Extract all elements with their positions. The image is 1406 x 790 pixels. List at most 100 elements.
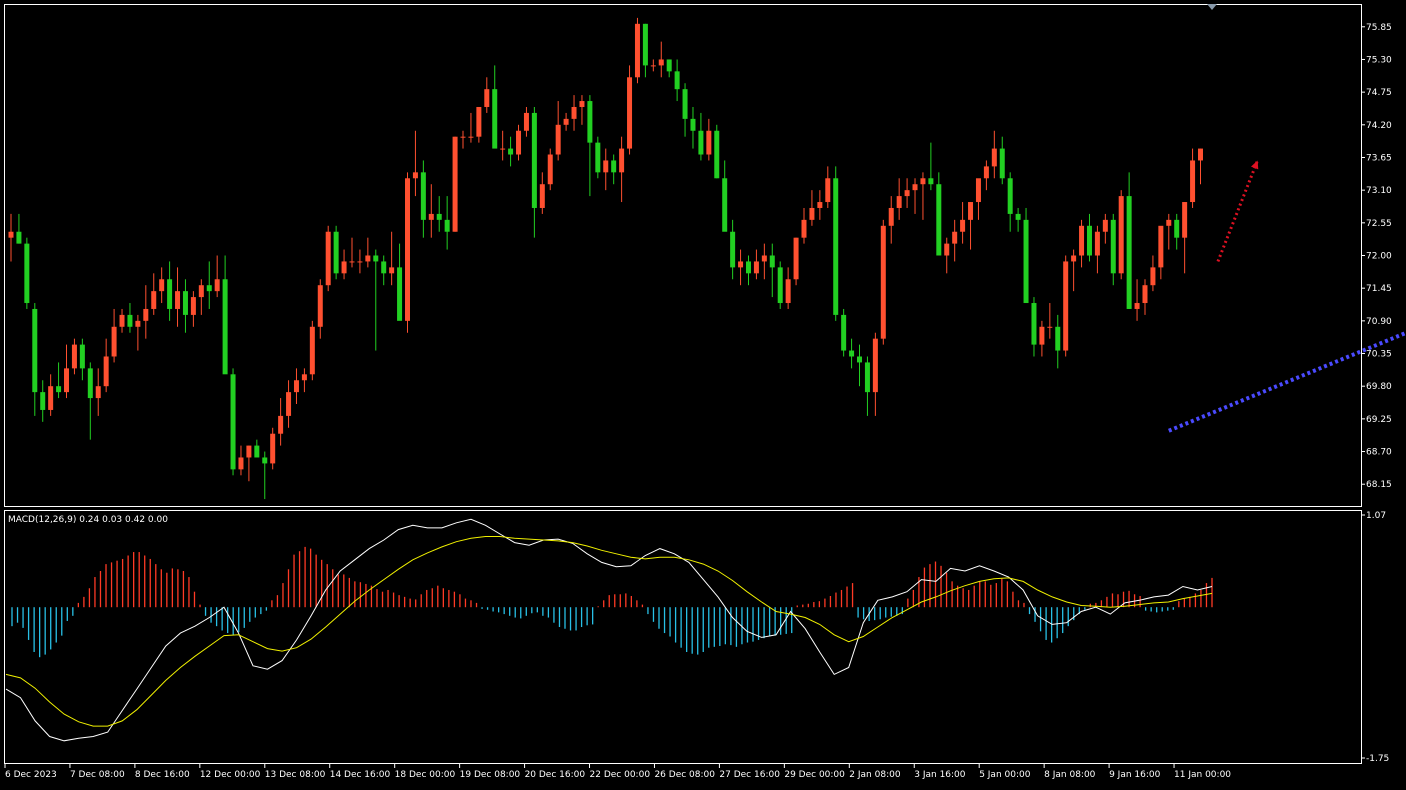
candle	[325, 225, 331, 292]
candle-body	[753, 261, 759, 274]
candle	[1063, 255, 1069, 357]
candle-body	[849, 350, 855, 357]
candle-body	[920, 178, 926, 185]
candle	[333, 225, 339, 280]
time-tick-label: 14 Dec 16:00	[330, 770, 391, 780]
candle-body	[349, 261, 355, 263]
candle-body	[634, 23, 640, 78]
candle-body	[1047, 326, 1053, 328]
candle-body	[872, 338, 878, 393]
candle-body	[1071, 255, 1077, 262]
macd-indicator-label: MACD(12,26,9) 0.24 0.03 0.42 0.00	[8, 515, 168, 525]
price-tick-label: 75.85	[1366, 23, 1392, 33]
candle	[714, 124, 720, 179]
candle-body	[143, 308, 149, 321]
price-tick-label: 69.25	[1366, 415, 1392, 425]
candle-body	[817, 202, 823, 208]
price-tick-label: 74.20	[1366, 121, 1392, 131]
candle-body	[888, 207, 894, 226]
candle-body	[1094, 231, 1100, 256]
price-tick-label: 68.70	[1366, 448, 1392, 458]
time-tick-label: 12 Dec 00:00	[200, 770, 261, 780]
candle-body	[293, 380, 299, 393]
time-tick-label: 2 Jan 08:00	[849, 770, 901, 780]
candle-body	[420, 172, 426, 220]
candle-body	[1039, 326, 1045, 345]
candle-body	[627, 77, 633, 149]
candle	[833, 166, 839, 321]
candle-body	[135, 320, 141, 327]
candle-body	[412, 172, 418, 179]
candle-body	[262, 457, 268, 464]
candle-body	[619, 148, 625, 173]
candle-body	[1150, 267, 1156, 286]
candle-body	[1174, 219, 1180, 238]
price-tick-label: 72.55	[1366, 219, 1392, 229]
candle-body	[64, 368, 70, 393]
chart-svg: 75.85 75.30 74.75 74.20 73.65 73.10 72.55 72.00…	[0, 0, 1406, 786]
candle-body	[341, 261, 347, 274]
candle-body	[1142, 285, 1148, 304]
candle-body	[365, 255, 371, 262]
time-tick-label: 19 Dec 08:00	[460, 770, 521, 780]
candle-body	[603, 160, 609, 173]
candle-body	[1086, 225, 1092, 256]
candle	[309, 320, 315, 381]
candle-body	[444, 219, 450, 232]
time-tick-label: 8 Jan 08:00	[1044, 770, 1096, 780]
candle-body	[706, 130, 712, 155]
candle-body	[714, 130, 720, 179]
candle-body	[801, 219, 807, 238]
candle-body	[484, 89, 490, 107]
candle-body	[912, 184, 918, 191]
candle-body	[682, 89, 688, 119]
candle-body	[238, 457, 244, 470]
candle-body	[738, 261, 744, 268]
candle-body	[825, 178, 831, 203]
candle-body	[1102, 219, 1108, 232]
candle-body	[991, 148, 997, 167]
candle-body	[547, 154, 553, 185]
candle-body	[476, 106, 482, 137]
candle-body	[1198, 148, 1203, 161]
candle-body	[48, 386, 54, 410]
candle-body	[896, 196, 902, 208]
candle-body	[103, 356, 109, 387]
candle-body	[1118, 196, 1124, 274]
candle-body	[531, 112, 537, 208]
candle-body	[928, 178, 934, 185]
candle-body	[642, 23, 648, 66]
candle-body	[1023, 219, 1029, 304]
candle-body	[40, 392, 46, 410]
candle-body	[1055, 326, 1061, 351]
candle-body	[333, 231, 339, 274]
candle	[270, 427, 276, 470]
candle	[452, 136, 458, 232]
candle	[595, 136, 601, 179]
candle-body	[793, 237, 799, 280]
candle-body	[983, 166, 989, 179]
candle	[405, 172, 410, 333]
candle-body	[500, 148, 506, 150]
candle-body	[111, 326, 117, 357]
candle	[1023, 207, 1029, 304]
candle-body	[151, 291, 157, 309]
candle	[627, 65, 633, 155]
candle	[230, 368, 236, 476]
candle-body	[278, 415, 284, 434]
price-axis: 75.85 75.30 74.75 74.20 73.65 73.10 72.55 72.00…	[1361, 23, 1392, 490]
candle-body	[880, 225, 886, 339]
candle-body	[87, 368, 93, 399]
candle-body	[745, 261, 751, 274]
candle-body	[1031, 303, 1037, 345]
candle-body	[397, 267, 403, 321]
candle-body	[182, 291, 188, 315]
candle-body	[428, 213, 434, 220]
candle-body	[492, 89, 498, 149]
candle-body	[95, 386, 101, 399]
candle-body	[571, 106, 577, 119]
time-tick-label: 27 Dec 16:00	[719, 770, 780, 780]
candle-body	[968, 202, 974, 220]
candle	[936, 172, 942, 256]
candle-body	[611, 160, 617, 173]
